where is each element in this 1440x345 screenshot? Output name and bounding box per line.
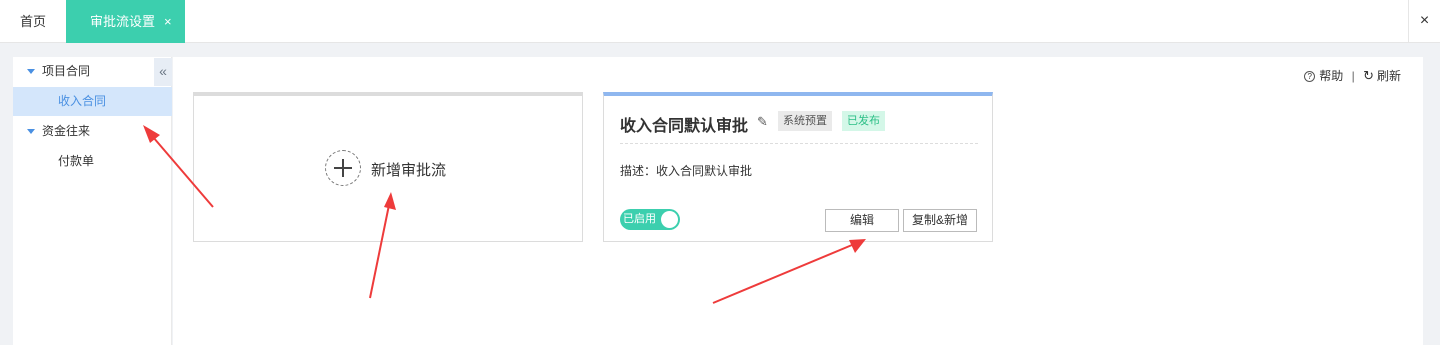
enabled-toggle[interactable]: 已启用	[620, 209, 680, 230]
system-preset-badge: 系统预置	[778, 111, 832, 131]
edit-button[interactable]: 编辑	[825, 209, 899, 232]
caret-down-icon	[27, 129, 35, 134]
help-icon: ?	[1304, 70, 1316, 82]
toggle-knob	[661, 211, 678, 228]
flow-description: 描述：收入合同默认审批	[620, 164, 753, 178]
card-divider	[620, 143, 978, 144]
help-link[interactable]: ? 帮助	[1304, 67, 1343, 84]
tree-item-label: 付款单	[58, 154, 95, 168]
tree-group-funds[interactable]: 资金往来	[13, 117, 172, 146]
main-panel: ? 帮助 | ↻ 刷新 新增审批流 收入合同默认审批 ✎ 系统预置 已发布 描述：收…	[173, 57, 1423, 345]
tree-item-payment-order[interactable]: 付款单	[13, 147, 172, 176]
flow-title: 收入合同默认审批	[620, 118, 749, 135]
enabled-toggle-label: 已启用	[623, 213, 656, 225]
close-all-tabs-icon[interactable]: ×	[1408, 0, 1440, 43]
refresh-link[interactable]: ↻ 刷新	[1363, 67, 1401, 84]
published-badge: 已发布	[842, 111, 885, 131]
tree-item-income-contract[interactable]: 收入合同	[13, 87, 172, 116]
add-approval-flow-label: 新增审批流	[371, 162, 447, 179]
tab-home[interactable]: 首页	[0, 0, 66, 43]
tree-item-label: 收入合同	[58, 94, 107, 108]
toolbar: ? 帮助 | ↻ 刷新	[1304, 67, 1401, 83]
help-label: 帮助	[1319, 69, 1344, 84]
tab-approval-settings-label: 审批流设置	[90, 14, 156, 29]
add-approval-flow-card[interactable]: 新增审批流	[193, 92, 583, 242]
category-tree: « 项目合同 收入合同 资金往来 付款单	[13, 57, 172, 345]
tree-group-project-contract[interactable]: 项目合同	[13, 57, 172, 86]
tree-group-label: 资金往来	[42, 124, 91, 138]
approval-flow-card: 收入合同默认审批 ✎ 系统预置 已发布 描述：收入合同默认审批 已启用 编辑 复…	[603, 92, 993, 242]
plus-circle-icon	[325, 150, 361, 186]
tab-close-icon[interactable]: ×	[164, 0, 172, 43]
copy-and-add-button[interactable]: 复制&新增	[903, 209, 977, 232]
refresh-label: 刷新	[1376, 69, 1401, 84]
tab-bar: 首页 审批流设置 × ×	[0, 0, 1440, 43]
caret-down-icon	[27, 69, 35, 74]
edit-title-icon[interactable]: ✎	[757, 114, 768, 130]
tab-approval-settings[interactable]: 审批流设置 ×	[66, 0, 185, 43]
refresh-icon: ↻	[1363, 68, 1374, 84]
toolbar-separator: |	[1351, 68, 1355, 83]
tree-group-label: 项目合同	[42, 64, 91, 78]
